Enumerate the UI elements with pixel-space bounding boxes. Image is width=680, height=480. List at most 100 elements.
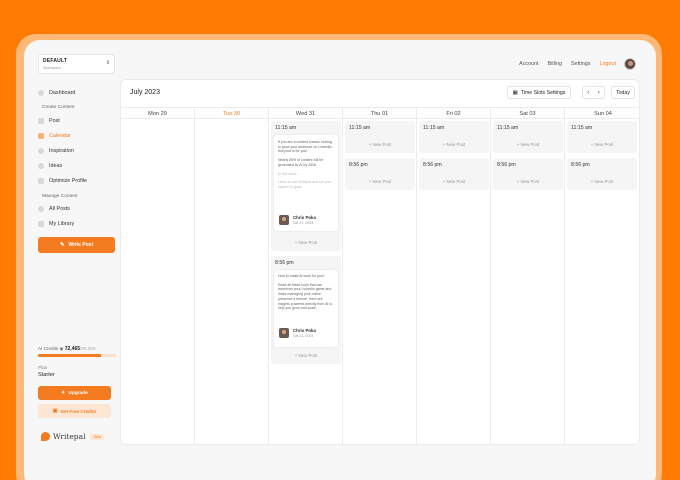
author-avatar [279, 328, 289, 338]
sidebar-item-post[interactable]: Post [38, 115, 118, 127]
new-post-button[interactable]: + New Post [567, 142, 637, 147]
time-slot-sat-am: 11:15 am + New Post [493, 121, 563, 153]
day-header-sat: Sat 03 [491, 108, 565, 119]
all-posts-icon [38, 206, 44, 212]
section-manage-content: Manage Content [42, 194, 78, 199]
time-slots-label: Time Slots Settings [520, 89, 566, 96]
new-post-button[interactable]: + New Post [419, 179, 489, 184]
pencil-icon: ✎ [59, 242, 65, 248]
chevron-updown-icon: ⇕ [105, 60, 110, 66]
post-text: Read all these tools that can transform … [278, 282, 333, 311]
workspace-selector[interactable]: DEFAULT Workspace ⇕ [38, 54, 115, 74]
new-post-button[interactable]: + New Post [419, 142, 489, 147]
write-post-button[interactable]: ✎ Write Post [38, 237, 115, 253]
get-free-credits-button[interactable]: ▣ Get Free Credits [38, 404, 111, 418]
new-post-button[interactable]: + New Post [493, 179, 563, 184]
today-button[interactable]: Today [611, 86, 635, 99]
sidebar-item-label: Ideas [49, 163, 63, 169]
coin-icon: ◉ [59, 346, 64, 351]
credits-value: 72,465 [64, 346, 81, 352]
credits-progress-bar [38, 354, 116, 357]
upgrade-label: Upgrade [68, 390, 88, 396]
time-slot-thu-pm: 8:56 pm + New Post [345, 158, 415, 190]
new-post-button[interactable]: + New Post [271, 240, 341, 245]
post-date: Sat 21, 2024 [293, 334, 314, 338]
time-slot-fri-am: 11:15 am + New Post [419, 121, 489, 153]
sidebar-item-label: Optimize Profile [49, 178, 88, 184]
credits-progress-fill [38, 354, 101, 357]
new-post-button[interactable]: + New Post [271, 353, 341, 358]
calendar-icon [38, 133, 44, 139]
workspace-name: DEFAULT [43, 58, 68, 64]
sidebar: DEFAULT Workspace ⇕ Dashboard Create Con… [24, 40, 128, 480]
sidebar-item-label: Post [49, 118, 60, 124]
optimize-icon [38, 178, 44, 184]
day-column-mon [121, 119, 195, 444]
credits-panel: AI Credits ◉ 72,465/90,000 Plan Starter … [38, 346, 116, 428]
gift-icon: ▣ [52, 408, 58, 414]
time-slot-sun-am: 11:15 am + New Post [567, 121, 637, 153]
time-slot-wed-am: 11:15 am If you are a content creator lo… [271, 121, 341, 251]
sparkle-icon: ✦ [61, 390, 66, 396]
sidebar-item-dashboard[interactable]: Dashboard [38, 87, 118, 99]
app-window: DEFAULT Workspace ⇕ Dashboard Create Con… [24, 40, 656, 480]
day-header-row: Mon 29 Tue 30 Wed 31 Thu 01 Fri 02 Sat 0… [121, 107, 639, 119]
logout-link[interactable]: Logout [600, 61, 617, 67]
section-create-content: Create Content [42, 105, 75, 110]
day-header-mon: Mon 29 [121, 108, 195, 119]
free-credits-label: Get Free Credits [60, 408, 97, 414]
credits-summary: AI Credits ◉ 72,465/90,000 [38, 346, 116, 352]
time-slot-wed-pm: 8:56 pm How to make AI work for you? Rea… [271, 256, 341, 364]
author-avatar [279, 215, 289, 225]
new-post-button[interactable]: + New Post [493, 142, 563, 147]
sidebar-item-label: Inspiration [49, 148, 74, 154]
scheduled-post-card[interactable]: If you are a content creator looking to … [274, 135, 338, 231]
slot-time: 11:15 am [423, 125, 445, 131]
sidebar-item-inspiration[interactable]: Inspiration [38, 145, 118, 157]
new-post-button[interactable]: + New Post [567, 179, 637, 184]
sidebar-item-all-posts[interactable]: All Posts [38, 203, 118, 215]
new-post-button[interactable]: + New Post [345, 142, 415, 147]
account-link[interactable]: Account [519, 61, 538, 67]
dashboard-icon [38, 90, 44, 96]
prev-week-button[interactable]: ‹ [587, 90, 589, 96]
slot-time: 8:56 pm [497, 162, 516, 168]
post-icon [38, 118, 44, 124]
credits-label: AI Credits [38, 346, 59, 351]
time-slot-thu-am: 11:15 am + New Post [345, 121, 415, 153]
calendar-month-title: July 2023 [130, 89, 160, 96]
library-icon [38, 221, 44, 227]
brand-name: Writepal [53, 432, 86, 441]
time-slot-sun-pm: 8:56 pm + New Post [567, 158, 637, 190]
sidebar-item-calendar[interactable]: Calendar [38, 130, 118, 142]
slot-time: 11:15 am [571, 125, 593, 131]
day-column-tue [195, 119, 269, 444]
post-text: If you are a content creator looking to … [278, 140, 333, 154]
brand-logo: Writepal Beta [41, 432, 104, 441]
day-header-tue: Tue 30 [195, 108, 269, 119]
sidebar-item-my-library[interactable]: My Library [38, 218, 118, 230]
sidebar-item-optimize-profile[interactable]: Optimize Profile [38, 175, 118, 187]
workspace-subtitle: Workspace [43, 66, 61, 70]
slot-time: 11:15 am [349, 125, 371, 131]
sidebar-item-label: My Library [49, 221, 75, 227]
time-slot-fri-pm: 8:56 pm + New Post [419, 158, 489, 190]
user-avatar[interactable] [624, 58, 636, 70]
new-post-button[interactable]: + New Post [345, 179, 415, 184]
time-slot-sat-pm: 8:56 pm + New Post [493, 158, 563, 190]
slot-time: 8:56 pm [571, 162, 590, 168]
slot-time: 8:56 pm [349, 162, 368, 168]
author-name: Chris Poka [293, 328, 316, 333]
week-nav: ‹ › [582, 86, 605, 99]
time-slots-settings-button[interactable]: ▦ Time Slots Settings [507, 86, 571, 99]
billing-link[interactable]: Billing [548, 61, 562, 67]
post-date: Sat 21, 2024 [293, 221, 314, 225]
settings-link[interactable]: Settings [571, 61, 590, 67]
slot-time: 8:56 pm [423, 162, 442, 168]
post-text: Nearly 80% of content will be generated … [278, 158, 324, 167]
day-header-sun: Sun 04 [594, 110, 612, 117]
next-week-button[interactable]: › [598, 90, 600, 96]
upgrade-button[interactable]: ✦ Upgrade [38, 386, 111, 400]
sidebar-item-ideas[interactable]: Ideas [38, 160, 118, 172]
scheduled-post-card[interactable]: How to make AI work for you? Read all th… [274, 270, 338, 347]
